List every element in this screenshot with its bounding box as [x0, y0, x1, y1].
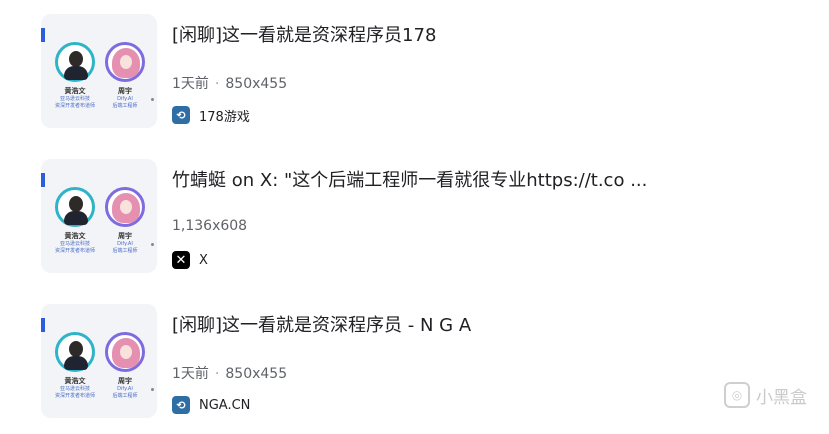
- source-name: NGA.CN: [199, 397, 251, 413]
- source-name: 178游戏: [199, 109, 250, 125]
- nga-logo-icon: ⟲: [172, 396, 190, 414]
- result-source[interactable]: ✕ X: [172, 251, 208, 269]
- thumbnail-edge: [41, 28, 45, 42]
- avatar: [55, 187, 95, 227]
- heybox-logo-icon: ◎: [724, 382, 750, 408]
- avatar: [105, 187, 145, 227]
- result-source[interactable]: ⟲ NGA.CN: [172, 396, 250, 414]
- thumbnail-caption: 后端工程师: [112, 248, 138, 254]
- thumbnail-caption: 亚马逊云科技: [59, 96, 90, 102]
- result-title-link[interactable]: [闲聊]这一看就是资深程序员178: [172, 24, 436, 48]
- thumbnail-caption: 资深开发者布道师: [54, 248, 95, 254]
- thumbnail-name: 黄浩文: [64, 87, 86, 95]
- result-meta: 1天前 · 850x455: [172, 363, 287, 383]
- result-thumbnail[interactable]: 黄浩文 周宇 亚马逊云科技 资深开发者布道师 Dify.AI 后端工程师: [41, 14, 157, 128]
- result-size: 850x455: [225, 366, 288, 382]
- thumbnail-dot: [151, 243, 154, 246]
- result-title-link[interactable]: 竹蜻蜓 on X: "这个后端工程师一看就很专业https://t.co ...: [172, 169, 647, 193]
- watermark: ◎ 小黑盒: [724, 382, 807, 408]
- thumbnail-dot: [151, 388, 154, 391]
- avatar: [105, 42, 145, 82]
- thumbnail-caption: 后端工程师: [112, 393, 138, 399]
- source-name: X: [199, 252, 208, 268]
- thumbnail-caption: Dify.AI: [117, 386, 133, 392]
- thumbnail-caption: Dify.AI: [117, 96, 133, 102]
- thumbnail-dot: [151, 98, 154, 101]
- meta-separator: ·: [214, 76, 220, 92]
- meta-separator: ·: [214, 366, 220, 382]
- result-time: 1天前: [172, 76, 209, 92]
- thumbnail-name: 周宇: [118, 377, 132, 385]
- result-meta: 1天前 · 850x455: [172, 73, 287, 93]
- result-source[interactable]: ⟲ 178游戏: [172, 106, 250, 125]
- 178-logo-icon: ⟲: [172, 106, 190, 124]
- thumbnail-caption: 后端工程师: [112, 103, 138, 109]
- thumbnail-caption: 亚马逊云科技: [59, 241, 90, 247]
- result-size: 850x455: [225, 76, 288, 92]
- result-size: 1,136x608: [172, 218, 248, 234]
- result-thumbnail[interactable]: 黄浩文 周宇 亚马逊云科技 资深开发者布道师 Dify.AI 后端工程师: [41, 304, 157, 418]
- thumbnail-name: 黄浩文: [64, 377, 86, 385]
- thumbnail-name: 黄浩文: [64, 232, 86, 240]
- thumbnail-name: 周宇: [118, 232, 132, 240]
- thumbnail-edge: [41, 318, 45, 332]
- x-logo-icon: ✕: [172, 251, 190, 269]
- watermark-text: 小黑盒: [756, 387, 807, 408]
- result-meta: 1,136x608: [172, 218, 247, 234]
- avatar: [105, 332, 145, 372]
- thumbnail-edge: [41, 173, 45, 187]
- avatar: [55, 332, 95, 372]
- image-result-1[interactable]: 黄浩文 周宇 亚马逊云科技 资深开发者布道师 Dify.AI 后端工程师 [闲聊…: [0, 14, 829, 144]
- image-result-3[interactable]: 黄浩文 周宇 亚马逊云科技 资深开发者布道师 Dify.AI 后端工程师 [闲聊…: [0, 304, 829, 434]
- thumbnail-name: 周宇: [118, 87, 132, 95]
- image-result-2[interactable]: 黄浩文 周宇 亚马逊云科技 资深开发者布道师 Dify.AI 后端工程师 竹蜻蜓…: [0, 159, 829, 289]
- thumbnail-caption: Dify.AI: [117, 241, 133, 247]
- thumbnail-caption: 资深开发者布道师: [54, 103, 95, 109]
- result-title-link[interactable]: [闲聊]这一看就是资深程序员 - N G A: [172, 314, 471, 338]
- thumbnail-caption: 资深开发者布道师: [54, 393, 95, 399]
- result-thumbnail[interactable]: 黄浩文 周宇 亚马逊云科技 资深开发者布道师 Dify.AI 后端工程师: [41, 159, 157, 273]
- avatar: [55, 42, 95, 82]
- thumbnail-caption: 亚马逊云科技: [59, 386, 90, 392]
- result-time: 1天前: [172, 366, 209, 382]
